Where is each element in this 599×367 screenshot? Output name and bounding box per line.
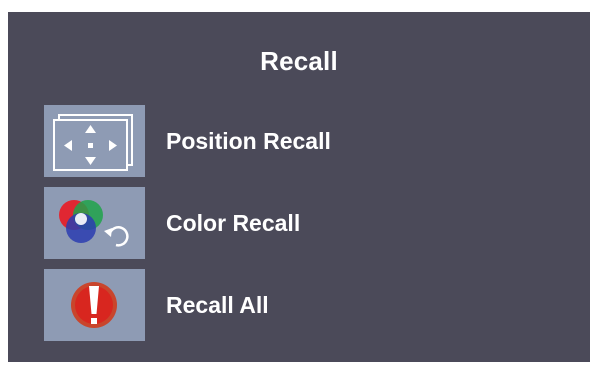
menu-item-label: Position Recall <box>166 128 331 154</box>
menu-item-label: Color Recall <box>166 210 301 236</box>
recall-all-exclamation-icon <box>44 269 145 341</box>
menu-item-position-recall[interactable]: Position Recall <box>44 105 564 177</box>
color-recall-icon <box>44 187 145 259</box>
menu-item-color-recall[interactable]: Color Recall <box>44 187 564 259</box>
position-arrows-icon <box>44 105 145 177</box>
menu-item-recall-all[interactable]: Recall All <box>44 269 564 341</box>
page-title: Recall <box>260 46 338 76</box>
osd-recall-panel: Recall Position Recall Color Recall Reca… <box>8 12 590 362</box>
menu-item-label: Recall All <box>166 292 269 318</box>
